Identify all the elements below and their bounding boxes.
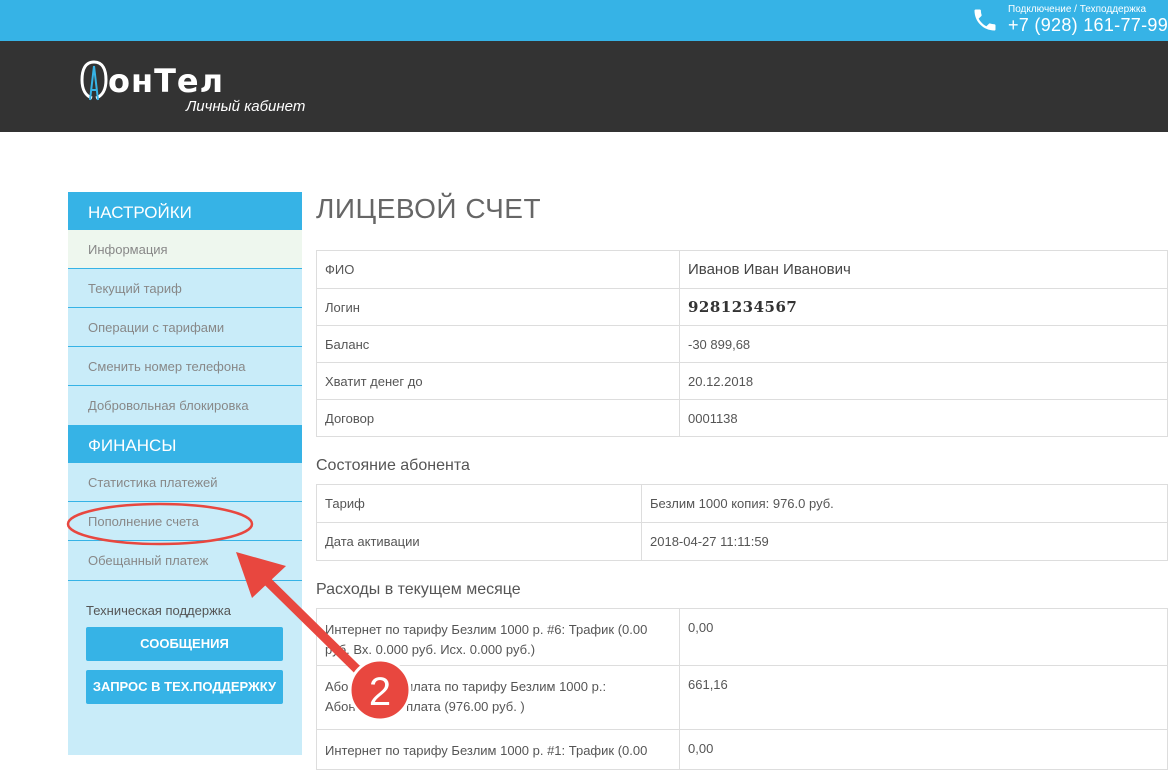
- account-value: -30 899,68: [679, 325, 1168, 363]
- account-value: 9281234567: [679, 288, 1168, 326]
- table-row: Интернет по тарифу Безлим 1000 р. #1: Тр…: [316, 729, 1168, 770]
- finance-section-title: ФИНАНСЫ: [68, 425, 302, 463]
- status-key: Дата активации: [316, 522, 642, 561]
- account-key: Хватит денег до: [316, 362, 680, 400]
- sidebar: НАСТРОЙКИ Информация Текущий тариф Опера…: [68, 192, 302, 755]
- account-value: 20.12.2018: [679, 362, 1168, 400]
- account-value: Иванов Иван Иванович: [679, 250, 1168, 289]
- sidebar-item-current-tariff[interactable]: Текущий тариф: [68, 269, 302, 308]
- status-value: 2018-04-27 11:11:59: [641, 522, 1168, 561]
- expense-value: 0,00: [679, 729, 1168, 770]
- sidebar-item-promised-payment[interactable]: Обещанный платеж: [68, 541, 302, 580]
- sidebar-item-payment-stats[interactable]: Статистика платежей: [68, 463, 302, 502]
- status-section-title: Состояние абонента: [316, 457, 470, 474]
- table-row: Абонентская плата по тарифу Безлим 1000 …: [316, 665, 1168, 730]
- account-table: ФИО Иванов Иван Иванович Логин 928123456…: [316, 250, 1168, 437]
- support-ticket-button[interactable]: ЗАПРОС В ТЕХ.ПОДДЕРЖКУ: [86, 670, 283, 704]
- table-row: Тариф Безлим 1000 копия: 976.0 руб.: [316, 484, 1168, 523]
- table-row: Логин 9281234567: [316, 288, 1168, 326]
- table-row: Интернет по тарифу Безлим 1000 р. #6: Тр…: [316, 608, 1168, 666]
- logo-subtitle: Личный кабинет: [186, 98, 306, 115]
- sidebar-item-change-phone[interactable]: Сменить номер телефона: [68, 347, 302, 386]
- account-value: 0001138: [679, 399, 1168, 437]
- expense-key: Абонентская плата по тарифу Безлим 1000 …: [316, 665, 680, 730]
- expense-key: Интернет по тарифу Безлим 1000 р. #6: Тр…: [316, 608, 680, 666]
- sidebar-item-top-up[interactable]: Пополнение счета: [68, 502, 302, 541]
- status-key: Тариф: [316, 484, 642, 523]
- sidebar-item-info[interactable]: Информация: [68, 230, 302, 269]
- account-key: Договор: [316, 399, 680, 437]
- expense-value: 661,16: [679, 665, 1168, 730]
- messages-button[interactable]: СООБЩЕНИЯ: [86, 627, 283, 661]
- status-value: Безлим 1000 копия: 976.0 руб.: [641, 484, 1168, 523]
- table-row: Договор 0001138: [316, 399, 1168, 437]
- logo-text[interactable]: онТел: [108, 61, 224, 101]
- expense-key: Интернет по тарифу Безлим 1000 р. #1: Тр…: [316, 729, 680, 770]
- tower-logo-icon[interactable]: [80, 60, 108, 102]
- expenses-section-title: Расходы в текущем месяце: [316, 581, 521, 598]
- page-title: ЛИЦЕВОЙ СЧЕТ: [316, 193, 542, 224]
- top-bar: Подключение / Техподдержка +7 (928) 161-…: [0, 0, 1168, 41]
- sidebar-item-tariff-operations[interactable]: Операции с тарифами: [68, 308, 302, 347]
- table-row: ФИО Иванов Иван Иванович: [316, 250, 1168, 289]
- support-phone[interactable]: +7 (928) 161-77-99: [1008, 15, 1168, 36]
- settings-section-title: НАСТРОЙКИ: [68, 192, 302, 230]
- account-key: ФИО: [316, 250, 680, 289]
- sidebar-item-voluntary-block[interactable]: Добровольная блокировка: [68, 386, 302, 425]
- site-header: онТел Личный кабинет: [0, 41, 1168, 132]
- expenses-table: Интернет по тарифу Безлим 1000 р. #6: Тр…: [316, 608, 1168, 770]
- table-row: Дата активации 2018-04-27 11:11:59: [316, 522, 1168, 561]
- status-table: Тариф Безлим 1000 копия: 976.0 руб. Дата…: [316, 484, 1168, 561]
- table-row: Хватит денег до 20.12.2018: [316, 362, 1168, 400]
- account-key: Баланс: [316, 325, 680, 363]
- support-label: Техническая поддержка: [68, 580, 302, 627]
- phone-icon: [974, 9, 996, 31]
- expense-value: 0,00: [679, 608, 1168, 666]
- account-key: Логин: [316, 288, 680, 326]
- support-caption: Подключение / Техподдержка: [1008, 4, 1147, 15]
- table-row: Баланс -30 899,68: [316, 325, 1168, 363]
